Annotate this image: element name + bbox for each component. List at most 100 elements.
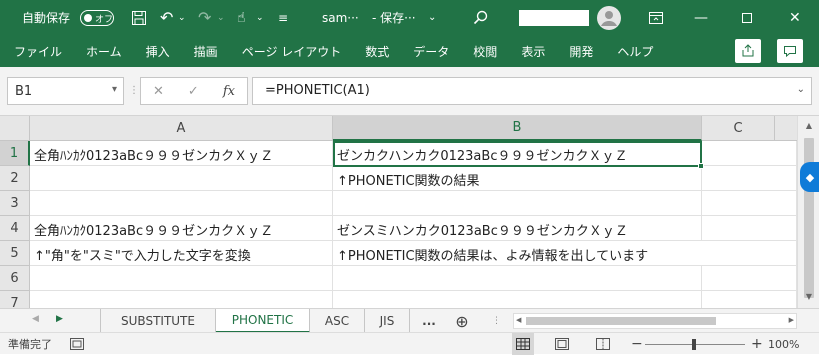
row-header-1[interactable]: 1 xyxy=(0,141,30,166)
close-icon[interactable]: ✕ xyxy=(789,0,801,35)
save-icon[interactable] xyxy=(131,0,147,35)
cell-a6[interactable] xyxy=(30,266,333,291)
row-header-6[interactable]: 6 xyxy=(0,266,30,291)
column-header-a[interactable]: A xyxy=(30,116,333,141)
tab-page-layout[interactable]: ページ レイアウト xyxy=(230,35,354,67)
row-header-7[interactable]: 7 xyxy=(0,291,30,308)
maximize-icon[interactable] xyxy=(742,0,752,35)
sheet-tab-phonetic[interactable]: PHONETIC xyxy=(216,309,310,333)
insert-function-icon[interactable]: fx xyxy=(223,84,235,99)
tab-split-handle-icon[interactable]: ⋮ xyxy=(492,316,501,326)
cell-a4[interactable]: 全角ﾊﾝｶｸ0123aBc９９９ゼンカクＸｙＺ xyxy=(30,216,333,241)
scroll-up-icon[interactable]: ▲ xyxy=(803,121,815,133)
cell-c6[interactable] xyxy=(702,266,797,291)
undo-dropdown-icon[interactable]: ⌄ xyxy=(178,0,186,35)
scroll-left-icon[interactable]: ◀ xyxy=(516,316,521,324)
row-header-3[interactable]: 3 xyxy=(0,191,30,216)
cell-b7[interactable] xyxy=(333,291,702,308)
file-name[interactable]: sam··· xyxy=(322,0,359,35)
worksheet-grid[interactable]: A B C 1 2 3 4 5 6 7 全角ﾊﾝｶｸ0123aBc９９９ゼンカク… xyxy=(0,116,797,308)
account-name-box[interactable] xyxy=(519,0,589,35)
drag-handle-icon[interactable]: ⋮ xyxy=(129,85,139,96)
cell-c7[interactable] xyxy=(702,291,797,308)
cancel-icon[interactable]: ✕ xyxy=(153,84,164,99)
fill-handle[interactable] xyxy=(698,163,704,169)
search-icon[interactable] xyxy=(473,0,489,35)
cell-b4[interactable]: ゼンスミハンカク0123aBc９９９ゼンカクＸｙＺ xyxy=(333,216,702,241)
expand-formula-icon[interactable]: ⌄ xyxy=(797,84,805,95)
row-header-5[interactable]: 5 xyxy=(0,241,30,266)
cell-a2[interactable] xyxy=(30,166,333,191)
cell-c2[interactable] xyxy=(702,166,797,191)
redo-dropdown-icon[interactable]: ⌄ xyxy=(217,0,225,35)
save-status[interactable]: - 保存··· xyxy=(372,0,416,35)
customize-qat-icon[interactable]: ≡ xyxy=(278,0,288,35)
scroll-down-icon[interactable]: ▼ xyxy=(803,292,815,304)
touch-mode-icon[interactable]: ☝ xyxy=(237,0,246,35)
tab-home[interactable]: ホーム xyxy=(74,35,134,67)
formula-input[interactable]: =PHONETIC(A1) ⌄ xyxy=(252,77,812,105)
cell-b3[interactable] xyxy=(333,191,702,216)
undo-icon[interactable]: ↶ xyxy=(160,0,173,35)
cell-c3[interactable] xyxy=(702,191,797,216)
name-box-dropdown-icon[interactable]: ▾ xyxy=(112,84,117,95)
cell-a3[interactable] xyxy=(30,191,333,216)
minimize-icon[interactable]: — xyxy=(694,0,708,35)
accessibility-icon[interactable] xyxy=(70,333,84,355)
prev-sheet-icon[interactable]: ◀ xyxy=(32,314,39,324)
more-sheets-button[interactable]: ... xyxy=(410,309,448,333)
zoom-in-button[interactable]: + xyxy=(751,333,763,355)
redo-icon[interactable]: ↷ xyxy=(198,0,211,35)
title-dropdown-icon[interactable]: ⌄ xyxy=(428,0,436,35)
ribbon-display-icon[interactable] xyxy=(649,0,663,35)
next-sheet-icon[interactable]: ▶ xyxy=(56,314,63,324)
scroll-right-icon[interactable]: ▶ xyxy=(789,316,794,324)
cell-c5[interactable] xyxy=(702,241,797,266)
tab-draw[interactable]: 描画 xyxy=(182,35,230,67)
avatar[interactable] xyxy=(597,0,621,35)
tab-developer[interactable]: 開発 xyxy=(557,35,605,67)
side-panel-icon[interactable]: ◆ xyxy=(800,162,819,192)
cell-b6[interactable] xyxy=(333,266,702,291)
cell-a7[interactable] xyxy=(30,291,333,308)
enter-icon[interactable]: ✓ xyxy=(188,84,199,99)
column-header-c[interactable]: C xyxy=(702,116,775,141)
normal-view-icon[interactable] xyxy=(512,333,534,355)
zoom-slider[interactable] xyxy=(645,333,745,355)
autosave-toggle[interactable]: オフ xyxy=(76,0,114,35)
cell-a1[interactable]: 全角ﾊﾝｶｸ0123aBc９９９ゼンカクＸｙＺ xyxy=(30,141,333,166)
row-header-4[interactable]: 4 xyxy=(0,216,30,241)
sheet-tab-asc[interactable]: ASC xyxy=(310,309,365,333)
touch-dropdown-icon[interactable]: ⌄ xyxy=(256,0,264,35)
cell-b5[interactable]: ↑PHONETIC関数の結果は、よみ情報を出しています xyxy=(333,241,702,266)
select-all-corner[interactable] xyxy=(0,116,30,141)
cell-b2[interactable]: ↑PHONETIC関数の結果 xyxy=(333,166,702,191)
cell-a5[interactable]: ↑"角"を"スミ"で入力した文字を変換 xyxy=(30,241,333,266)
tab-insert[interactable]: 挿入 xyxy=(134,35,182,67)
name-box[interactable]: B1 ▾ xyxy=(7,77,124,105)
tab-file[interactable]: ファイル xyxy=(0,35,74,67)
add-sheet-button[interactable]: ⊕ xyxy=(450,309,474,333)
sheet-tab-jis[interactable]: JIS xyxy=(365,309,410,333)
tab-data[interactable]: データ xyxy=(401,35,461,67)
page-layout-view-icon[interactable] xyxy=(555,333,569,355)
tab-formulas[interactable]: 数式 xyxy=(353,35,401,67)
sheet-tab-substitute[interactable]: SUBSTITUTE xyxy=(101,309,216,333)
column-header-d[interactable] xyxy=(775,116,797,141)
column-header-b[interactable]: B xyxy=(333,116,702,141)
cell-c4[interactable] xyxy=(702,216,797,241)
vertical-scrollbar[interactable]: ▲ ▼ xyxy=(797,116,819,308)
zoom-level[interactable]: 100% xyxy=(768,333,799,355)
zoom-slider-thumb[interactable] xyxy=(692,338,696,350)
page-break-view-icon[interactable] xyxy=(596,333,610,355)
row-header-2[interactable]: 2 xyxy=(0,166,30,191)
cell-c1[interactable] xyxy=(702,141,797,166)
tab-view[interactable]: 表示 xyxy=(509,35,557,67)
comments-button[interactable] xyxy=(777,39,803,63)
tab-review[interactable]: 校閲 xyxy=(461,35,509,67)
horizontal-scrollbar[interactable]: ◀ ▶ xyxy=(513,313,797,329)
tab-help[interactable]: ヘルプ xyxy=(605,35,665,67)
zoom-out-button[interactable]: − xyxy=(631,333,643,355)
share-button[interactable] xyxy=(735,39,761,63)
horizontal-scroll-thumb[interactable] xyxy=(526,317,716,325)
